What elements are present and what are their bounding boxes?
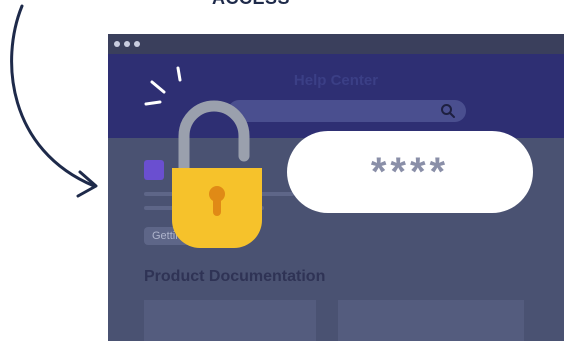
padlock-icon	[172, 100, 262, 248]
section-title: Product Documentation	[144, 268, 326, 285]
title-bar	[108, 34, 564, 54]
password-field[interactable]: ****	[287, 131, 533, 213]
search-icon[interactable]	[440, 103, 456, 119]
password-mask: ****	[370, 150, 450, 194]
curved-arrow-icon	[10, 4, 98, 198]
doc-card[interactable]	[144, 300, 316, 341]
doc-card[interactable]	[338, 300, 524, 341]
window-dot	[124, 41, 130, 47]
top-heading-word: ACCESS	[212, 0, 290, 9]
brand-logo	[144, 160, 164, 180]
window-dot	[114, 41, 120, 47]
window-dot	[134, 41, 140, 47]
